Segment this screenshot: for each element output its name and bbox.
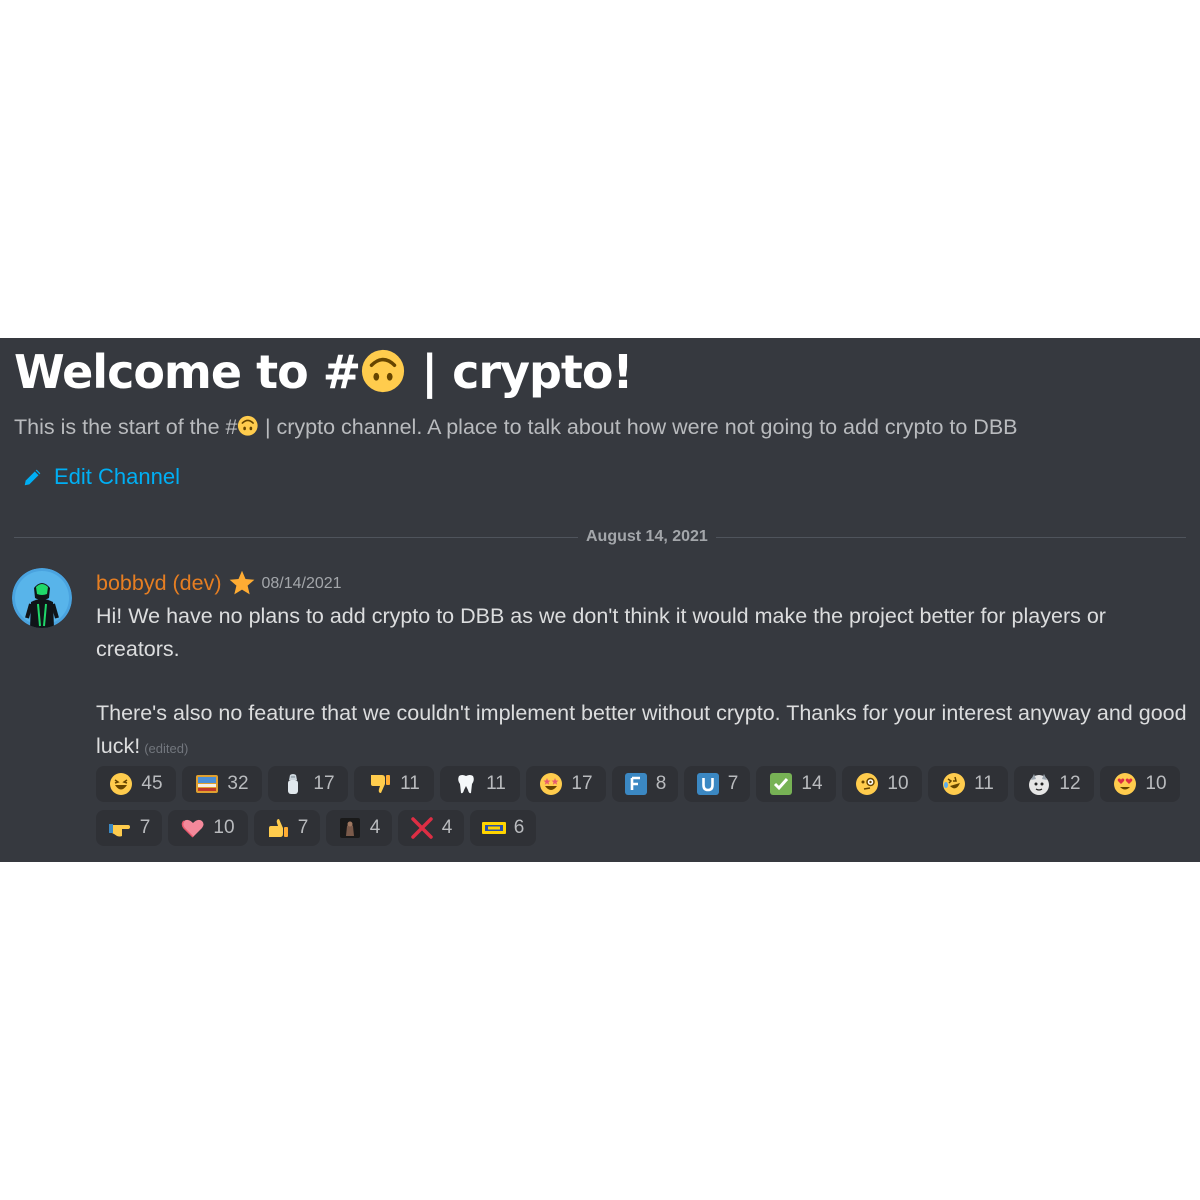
cross-mark-icon [410,817,433,839]
reaction-count: 12 [1059,773,1081,794]
laughing-face-icon [110,773,133,795]
reaction-custom-creature[interactable]: 12 [1014,766,1094,802]
edited-label: (edited) [144,740,189,756]
reaction-star-struck[interactable]: 17 [526,766,606,802]
reaction-count: 4 [441,817,453,838]
pointing-right-icon [108,824,130,837]
reaction-letter-f[interactable]: 8 [612,766,678,802]
reaction-count: 11 [974,773,994,794]
reaction-salt[interactable]: 17 [268,766,348,802]
reaction-tooth[interactable]: 11 [440,766,520,802]
reaction-cross[interactable]: 4 [398,810,464,846]
heart-icon [182,819,204,838]
reaction-heart[interactable]: 10 [168,810,248,846]
reaction-letter-u[interactable]: 7 [684,766,750,802]
reaction-count: 17 [571,773,593,794]
check-mark-icon [770,773,793,795]
reaction-rofl[interactable]: 11 [928,766,1008,802]
message-paragraph-text: There's also no feature that we couldn't… [96,701,1187,758]
thumbs-up-icon [268,819,288,837]
reaction-count: 45 [141,773,163,794]
channel-welcome-title: Welcome to # | crypto! [14,344,634,400]
salt-shaker-icon [288,774,299,794]
custom-creature-icon [1029,774,1050,795]
reaction-count: 4 [369,817,381,838]
message-paragraph: There's also no feature that we couldn't… [96,697,1192,765]
reaction-custom-peeps[interactable]: 6 [470,810,536,846]
description-prefix: This is the start of the # [14,415,238,439]
custom-dark-icon [339,818,360,838]
reaction-pointing-right[interactable]: 7 [96,810,162,846]
custom-peeps-icon [481,822,506,834]
reaction-custom-scene[interactable]: 32 [182,766,262,802]
username[interactable]: bobbyd (dev) [96,568,222,598]
welcome-prefix: Welcome to # [14,345,361,399]
channel-description: This is the start of the # | crypto chan… [14,412,1018,442]
edit-channel-label: Edit Channel [54,464,180,489]
upside-down-face-icon [360,348,406,394]
welcome-suffix: | crypto! [406,345,633,399]
message-paragraph: Hi! We have no plans to add crypto to DB… [96,604,1106,661]
reaction-count: 14 [801,773,823,794]
reaction-thumbs-up[interactable]: 7 [254,810,320,846]
letter-f-icon [624,773,647,795]
date-divider-label: August 14, 2021 [578,526,716,548]
rofl-face-icon [943,773,966,795]
edit-channel-button[interactable]: Edit Channel [22,462,180,492]
heart-eyes-icon [1114,773,1137,795]
message-timestamp: 08/14/2021 [261,575,342,592]
reaction-count: 8 [655,773,667,794]
star-icon [229,570,254,594]
reaction-heart-eyes[interactable]: 10 [1100,766,1180,802]
reaction-count: 11 [400,773,420,794]
reaction-count: 7 [297,817,309,838]
avatar[interactable] [12,568,72,628]
custom-scene-icon [196,775,219,793]
channel-panel: Welcome to # | crypto! This is the start… [0,338,1200,862]
pencil-icon [24,469,41,486]
thumbs-down-icon [371,775,391,793]
reaction-check[interactable]: 14 [756,766,836,802]
message-header: bobbyd (dev) 08/14/2021 [96,566,342,599]
reaction-count: 10 [1145,773,1167,794]
reaction-custom-dark[interactable]: 4 [326,810,392,846]
message-content: Hi! We have no plans to add crypto to DB… [96,600,1192,765]
reaction-monocle[interactable]: 10 [842,766,922,802]
reaction-thumbs-down[interactable]: 11 [354,766,434,802]
tooth-icon [458,775,474,794]
monocle-face-icon [856,773,879,795]
reaction-laughing[interactable]: 45 [96,766,176,802]
description-suffix: | crypto channel. A place to talk about … [258,415,1018,439]
avatar-image [12,568,72,628]
reaction-count: 6 [513,817,525,838]
reaction-count: 7 [139,817,151,838]
letter-u-icon [696,773,719,795]
reaction-count: 17 [313,773,335,794]
reaction-count: 10 [213,817,235,838]
star-struck-icon [540,773,563,795]
reaction-count: 32 [227,773,249,794]
reaction-count: 10 [887,773,909,794]
reaction-count: 11 [486,773,506,794]
upside-down-face-icon [237,415,259,437]
reaction-count: 7 [727,773,739,794]
